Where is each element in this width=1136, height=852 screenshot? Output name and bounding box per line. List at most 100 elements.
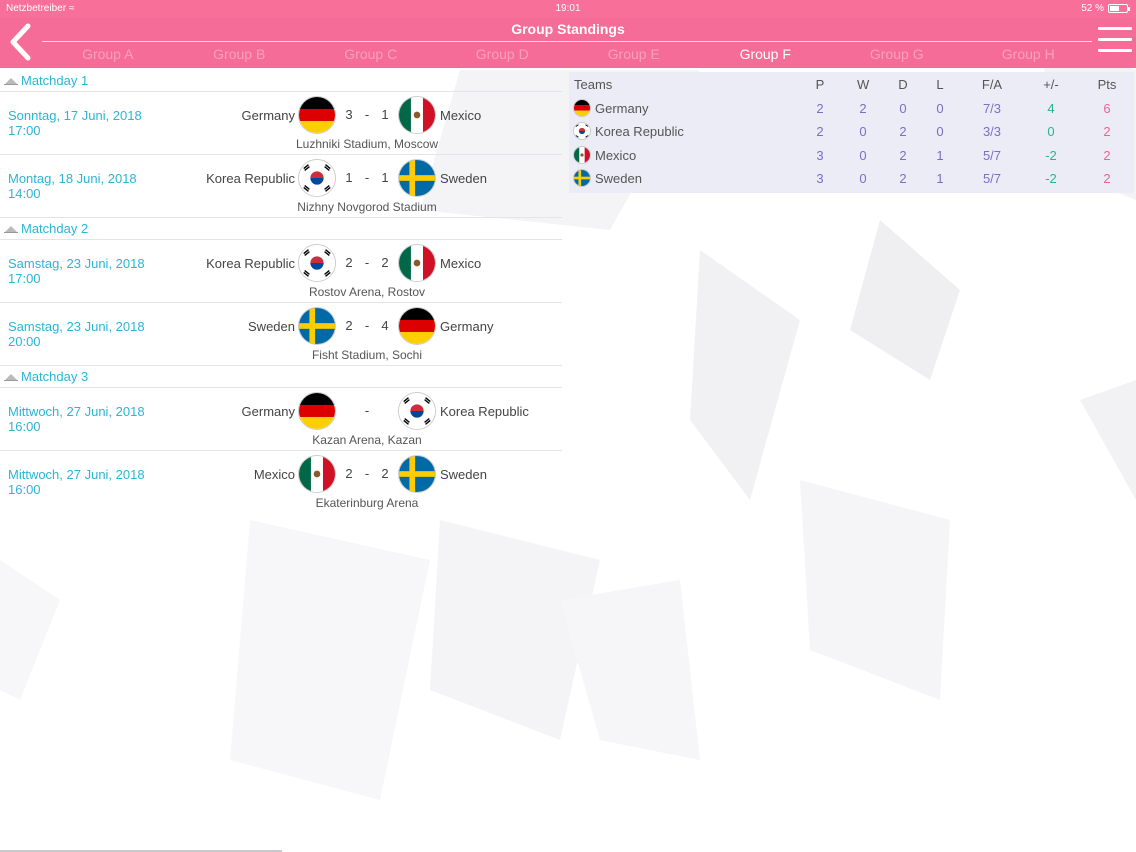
match-time: 17:00 xyxy=(8,271,41,286)
standings-table: Teams P W D L F/A +/- Pts Germany 2 2 0 … xyxy=(569,72,1134,193)
won: 0 xyxy=(859,147,867,163)
battery-percent: 52 % xyxy=(1081,3,1104,14)
matchday-label: Matchday 1 xyxy=(21,73,89,88)
score-separator: - xyxy=(364,107,370,122)
points: 2 xyxy=(1103,171,1111,186)
lost: 0 xyxy=(936,124,944,139)
col-points: Pts xyxy=(1097,77,1117,92)
col-for-against: F/A xyxy=(981,77,1003,92)
home-team: Korea Republic xyxy=(206,171,295,186)
match-time: 14:00 xyxy=(8,186,41,201)
match-time: 16:00 xyxy=(8,419,41,434)
team-name: Mexico xyxy=(595,147,637,163)
match-date: Samstag, 23 Juni, 2018 xyxy=(8,256,145,271)
mexico-flag-icon xyxy=(398,96,436,134)
home-team: Mexico xyxy=(253,467,295,482)
tab-group-f[interactable]: Group F xyxy=(700,44,832,66)
points: 2 xyxy=(1103,124,1111,139)
score-separator: - xyxy=(364,403,370,418)
home-team: Germany xyxy=(241,108,295,123)
home-score: 1 xyxy=(345,170,353,185)
home-score: 2 xyxy=(345,255,353,270)
points: 2 xyxy=(1103,147,1111,163)
score-separator: - xyxy=(364,466,370,481)
match-row[interactable]: Mittwoch, 27 Juni, 2018 16:00 Germany - K… xyxy=(0,388,562,451)
group-tabs: Group A Group B Group C Group D Group E … xyxy=(42,44,1094,66)
match-datetime: Montag, 18 Juni, 2018 14:00 xyxy=(8,171,137,201)
home-score: 2 xyxy=(345,318,353,333)
score-separator: - xyxy=(364,170,370,185)
battery-icon xyxy=(1108,4,1130,13)
collapse-triangle-icon xyxy=(4,373,18,381)
match-datetime: Samstag, 23 Juni, 2018 20:00 xyxy=(8,319,145,349)
match-row[interactable]: Samstag, 23 Juni, 2018 20:00 Sweden 2 - 4… xyxy=(0,303,562,366)
away-team: Korea Republic xyxy=(440,404,529,419)
matchday-label: Matchday 3 xyxy=(21,369,89,384)
away-score: 2 xyxy=(381,255,389,270)
for-against: 3/3 xyxy=(982,124,1002,139)
home-team: Sweden xyxy=(248,319,295,334)
home-score: 2 xyxy=(345,466,353,481)
matchday-label: Matchday 2 xyxy=(21,221,89,236)
played: 2 xyxy=(816,124,824,139)
tab-group-d[interactable]: Group D xyxy=(437,44,569,66)
korea-flag-icon xyxy=(298,159,336,197)
match-datetime: Sonntag, 17 Juni, 2018 17:00 xyxy=(8,108,142,138)
collapse-triangle-icon xyxy=(4,77,18,85)
col-played: P xyxy=(815,77,825,92)
standings-row[interactable]: Korea Republic 2 0 2 0 3/3 0 2 xyxy=(569,119,1134,143)
lost: 1 xyxy=(936,171,944,186)
away-team: Sweden xyxy=(440,467,487,482)
match-row[interactable]: Sonntag, 17 Juni, 2018 17:00 Germany 3 - … xyxy=(0,92,562,155)
matchday-header[interactable]: Matchday 1 xyxy=(0,70,562,92)
matches-list: Matchday 1 Sonntag, 17 Juni, 2018 17:00 G… xyxy=(0,70,562,514)
korea-flag-icon xyxy=(298,244,336,282)
standings-row[interactable]: Sweden 3 0 2 1 5/7 -2 2 xyxy=(569,166,1134,190)
col-won: W xyxy=(857,77,870,92)
home-score: 3 xyxy=(345,107,353,122)
match-datetime: Mittwoch, 27 Juni, 2018 16:00 xyxy=(8,404,145,434)
played: 3 xyxy=(816,171,824,186)
status-bar: Netzbetreiber ≈ 19:01 52 % xyxy=(0,0,1136,17)
away-team: Sweden xyxy=(440,171,487,186)
home-team: Korea Republic xyxy=(206,256,295,271)
col-drawn: D xyxy=(898,77,908,92)
away-team: Germany xyxy=(440,319,494,334)
drawn: 0 xyxy=(899,100,907,116)
drawn: 2 xyxy=(899,124,907,139)
match-row[interactable]: Montag, 18 Juni, 2018 14:00 Korea Republi… xyxy=(0,155,562,218)
standings-row[interactable]: Mexico 3 0 2 1 5/7 -2 2 xyxy=(569,143,1134,167)
menu-button[interactable] xyxy=(1098,27,1132,57)
standings-row[interactable]: Germany 2 2 0 0 7/3 4 6 xyxy=(569,96,1134,120)
collapse-triangle-icon xyxy=(4,225,18,233)
lost: 0 xyxy=(936,100,944,116)
tab-group-c[interactable]: Group C xyxy=(305,44,437,66)
germany-flag-icon xyxy=(398,307,436,345)
score-separator: - xyxy=(364,255,370,270)
home-team: Germany xyxy=(241,404,295,419)
korea-flag-icon xyxy=(573,122,591,140)
page-title: Group Standings xyxy=(511,21,625,37)
lost: 1 xyxy=(936,147,944,163)
match-venue: Nizhny Novgorod Stadium xyxy=(297,200,437,214)
tab-group-h[interactable]: Group H xyxy=(963,44,1095,66)
tab-group-e[interactable]: Group E xyxy=(568,44,700,66)
goal-diff: 0 xyxy=(1047,124,1055,139)
matchday-header[interactable]: Matchday 3 xyxy=(0,366,562,388)
played: 3 xyxy=(816,147,824,163)
match-row[interactable]: Mittwoch, 27 Juni, 2018 16:00 Mexico 2 - … xyxy=(0,451,562,514)
for-against: 7/3 xyxy=(982,100,1002,116)
away-score: 4 xyxy=(381,318,389,333)
matchday-header[interactable]: Matchday 2 xyxy=(0,218,562,240)
tab-group-a[interactable]: Group A xyxy=(42,44,174,66)
match-row[interactable]: Samstag, 23 Juni, 2018 17:00 Korea Republ… xyxy=(0,240,562,303)
tab-group-b[interactable]: Group B xyxy=(174,44,306,66)
team-name: Korea Republic xyxy=(595,124,684,139)
status-battery-group: 52 % xyxy=(1081,3,1130,14)
score-separator: - xyxy=(364,318,370,333)
col-teams: Teams xyxy=(574,77,613,92)
goal-diff: -2 xyxy=(1045,147,1057,163)
tab-group-g[interactable]: Group G xyxy=(831,44,963,66)
standings-header-row: Teams P W D L F/A +/- Pts xyxy=(569,72,1134,96)
match-date: Samstag, 23 Juni, 2018 xyxy=(8,319,145,334)
